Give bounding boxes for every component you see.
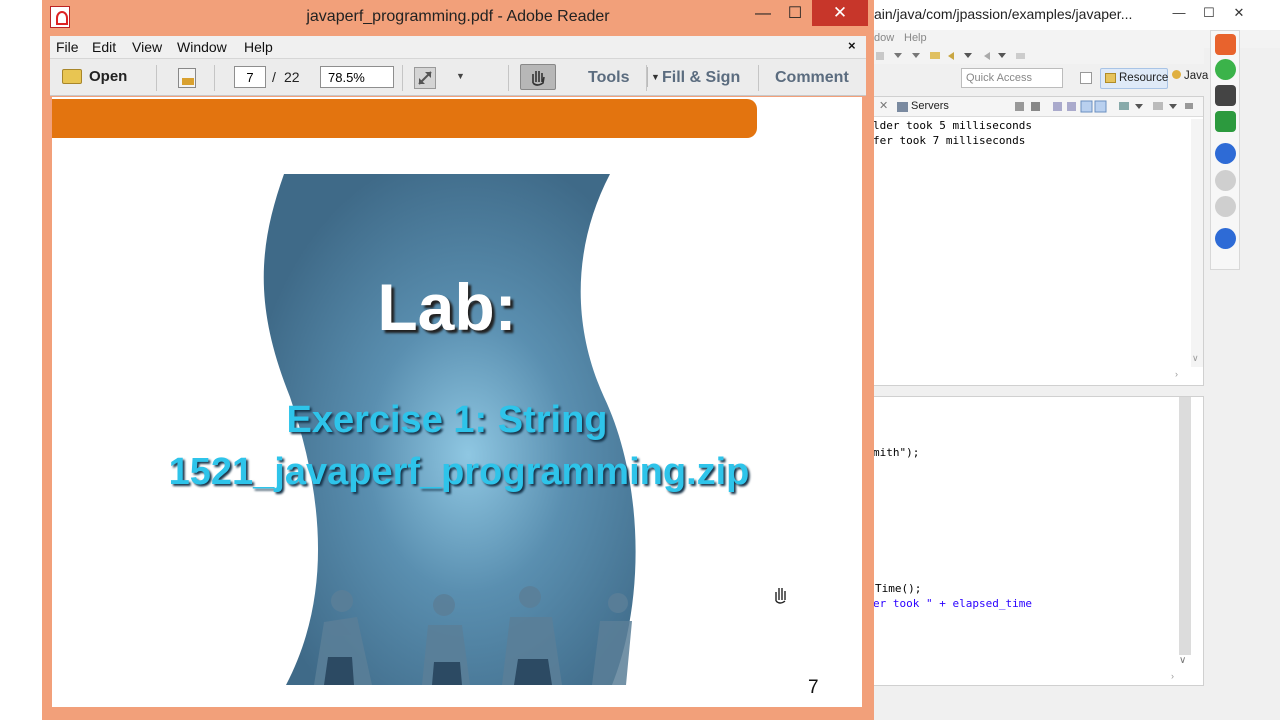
toolbar-divider (156, 65, 157, 91)
menu-window[interactable]: dow (874, 32, 894, 44)
pen-icon[interactable] (1215, 228, 1236, 249)
eclipse-toolbar (864, 48, 1204, 64)
exercise-filename: 1521_javaperf_programming.zip (168, 451, 750, 493)
close-document-icon[interactable]: × (848, 38, 856, 53)
console-line: lder took 5 milliseconds (873, 119, 1032, 132)
perspective-resource-button[interactable]: Resource (1100, 68, 1168, 89)
perspective-java-label: Java (1184, 70, 1209, 82)
camera-icon[interactable] (1215, 85, 1236, 106)
scroll-down-icon[interactable]: ∨ (1179, 655, 1186, 666)
pause-icon[interactable] (1215, 143, 1236, 164)
code-editor[interactable]: mith"); Time(); er took " + elapsed_time… (872, 396, 1204, 686)
close-tab-icon[interactable]: ✕ (879, 99, 888, 112)
adobe-reader-window: javaperf_programming.pdf - Adobe Reader … (42, 0, 874, 720)
reader-title-bar: javaperf_programming.pdf - Adobe Reader … (42, 0, 874, 36)
eclipse-title-bar: ain/java/com/jpassion/examples/javaper..… (864, 0, 1280, 30)
toolbar-divider (646, 65, 647, 91)
scroll-down-icon[interactable]: ∨ (1192, 353, 1199, 364)
recorder-side-panel (1210, 30, 1240, 270)
menu-file[interactable]: File (56, 39, 79, 55)
menu-window[interactable]: Window (177, 39, 227, 55)
hand-icon (532, 71, 545, 86)
menu-help[interactable]: Help (904, 32, 927, 44)
folder-icon (62, 69, 82, 84)
page-separator: / (272, 69, 276, 85)
chevron-down-icon[interactable]: ▼ (647, 67, 663, 87)
arrow-icon (182, 78, 194, 85)
slide-page-number: 7 (808, 677, 819, 698)
perspective-java-button[interactable]: Java (1172, 70, 1208, 82)
eclipse-window-title: ain/java/com/jpassion/examples/javaper..… (874, 6, 1133, 22)
open-label: Open (89, 68, 128, 85)
open-button[interactable]: Open (62, 67, 134, 91)
console-scrollbar[interactable] (1191, 119, 1203, 367)
java-icon (1172, 70, 1181, 79)
total-pages: 22 (284, 69, 300, 85)
menu-bar: File Edit View Window Help × (50, 36, 866, 58)
more-tools-chevron-icon[interactable]: ▼ (456, 71, 465, 81)
scroll-right-icon[interactable]: › (1175, 369, 1178, 379)
expand-icon (418, 71, 432, 85)
print-file-icon[interactable] (178, 68, 196, 88)
tab-servers[interactable]: Servers (911, 100, 949, 112)
reader-toolbar: Open 7 / 22 78.5% ▼ ▼ Tools Fill & Sign … (50, 58, 866, 96)
console-action-icons[interactable] (1013, 100, 1203, 114)
code-line: mith"); (873, 446, 920, 459)
toolbar-icons[interactable] (864, 48, 1044, 64)
quick-access-input[interactable]: Quick Access (961, 68, 1063, 88)
console-tab-bar: ✕ Servers (873, 97, 1203, 117)
pdf-page[interactable]: Lab: Exercise 1: String 1521_javaperf_pr… (52, 97, 862, 707)
hand-tool-button[interactable] (520, 64, 556, 90)
minimize-icon[interactable]: — (748, 0, 778, 28)
console-line: fer took 7 milliseconds (873, 134, 1026, 147)
open-perspective-icon[interactable] (1080, 72, 1092, 84)
page-number-input[interactable]: 7 (234, 66, 266, 88)
microphone-icon[interactable] (1215, 59, 1236, 80)
screen-icon[interactable] (1215, 111, 1236, 132)
toolbar-divider (402, 65, 403, 91)
tools-link[interactable]: Tools (588, 69, 629, 87)
code-line: er took " + elapsed_time (873, 597, 1032, 610)
folder-icon (1105, 73, 1116, 83)
toolbar-divider (508, 65, 509, 91)
zoom-value: 78.5% (328, 70, 365, 85)
eclipse-window: ain/java/com/jpassion/examples/javaper..… (864, 0, 1280, 720)
close-button[interactable]: ✕ (812, 0, 868, 26)
exercise-name: Exercise 1: String (286, 399, 608, 441)
maximize-icon[interactable]: ☐ (1196, 3, 1222, 23)
slide-title: Lab: (377, 270, 517, 344)
close-icon[interactable]: ✕ (1226, 3, 1252, 23)
minimize-icon[interactable]: — (1166, 3, 1192, 23)
hand-cursor-icon (775, 588, 786, 604)
zoom-select[interactable]: 78.5% ▼ (320, 66, 660, 88)
comment-link[interactable]: Comment (775, 69, 849, 87)
maximize-icon[interactable]: ☐ (780, 0, 810, 28)
editor-scrollbar[interactable] (1179, 397, 1191, 655)
perspective-resource-label: Resource (1119, 72, 1169, 84)
menu-edit[interactable]: Edit (92, 39, 116, 55)
toolbar-divider (758, 65, 759, 91)
menu-help[interactable]: Help (244, 39, 273, 55)
servers-icon (897, 102, 908, 112)
menu-view[interactable]: View (132, 39, 162, 55)
back-icon[interactable] (1215, 34, 1236, 55)
scroll-right-icon[interactable]: › (1171, 671, 1174, 681)
console-view: ✕ Servers lder took 5 milliseconds fer t… (872, 96, 1204, 386)
pointer-icon[interactable] (1215, 170, 1236, 191)
fit-page-icon[interactable] (414, 67, 436, 89)
toolbar-divider (214, 65, 215, 91)
fill-sign-link[interactable]: Fill & Sign (662, 69, 740, 87)
code-line: Time(); (875, 582, 922, 595)
chat-icon[interactable] (1215, 196, 1236, 217)
